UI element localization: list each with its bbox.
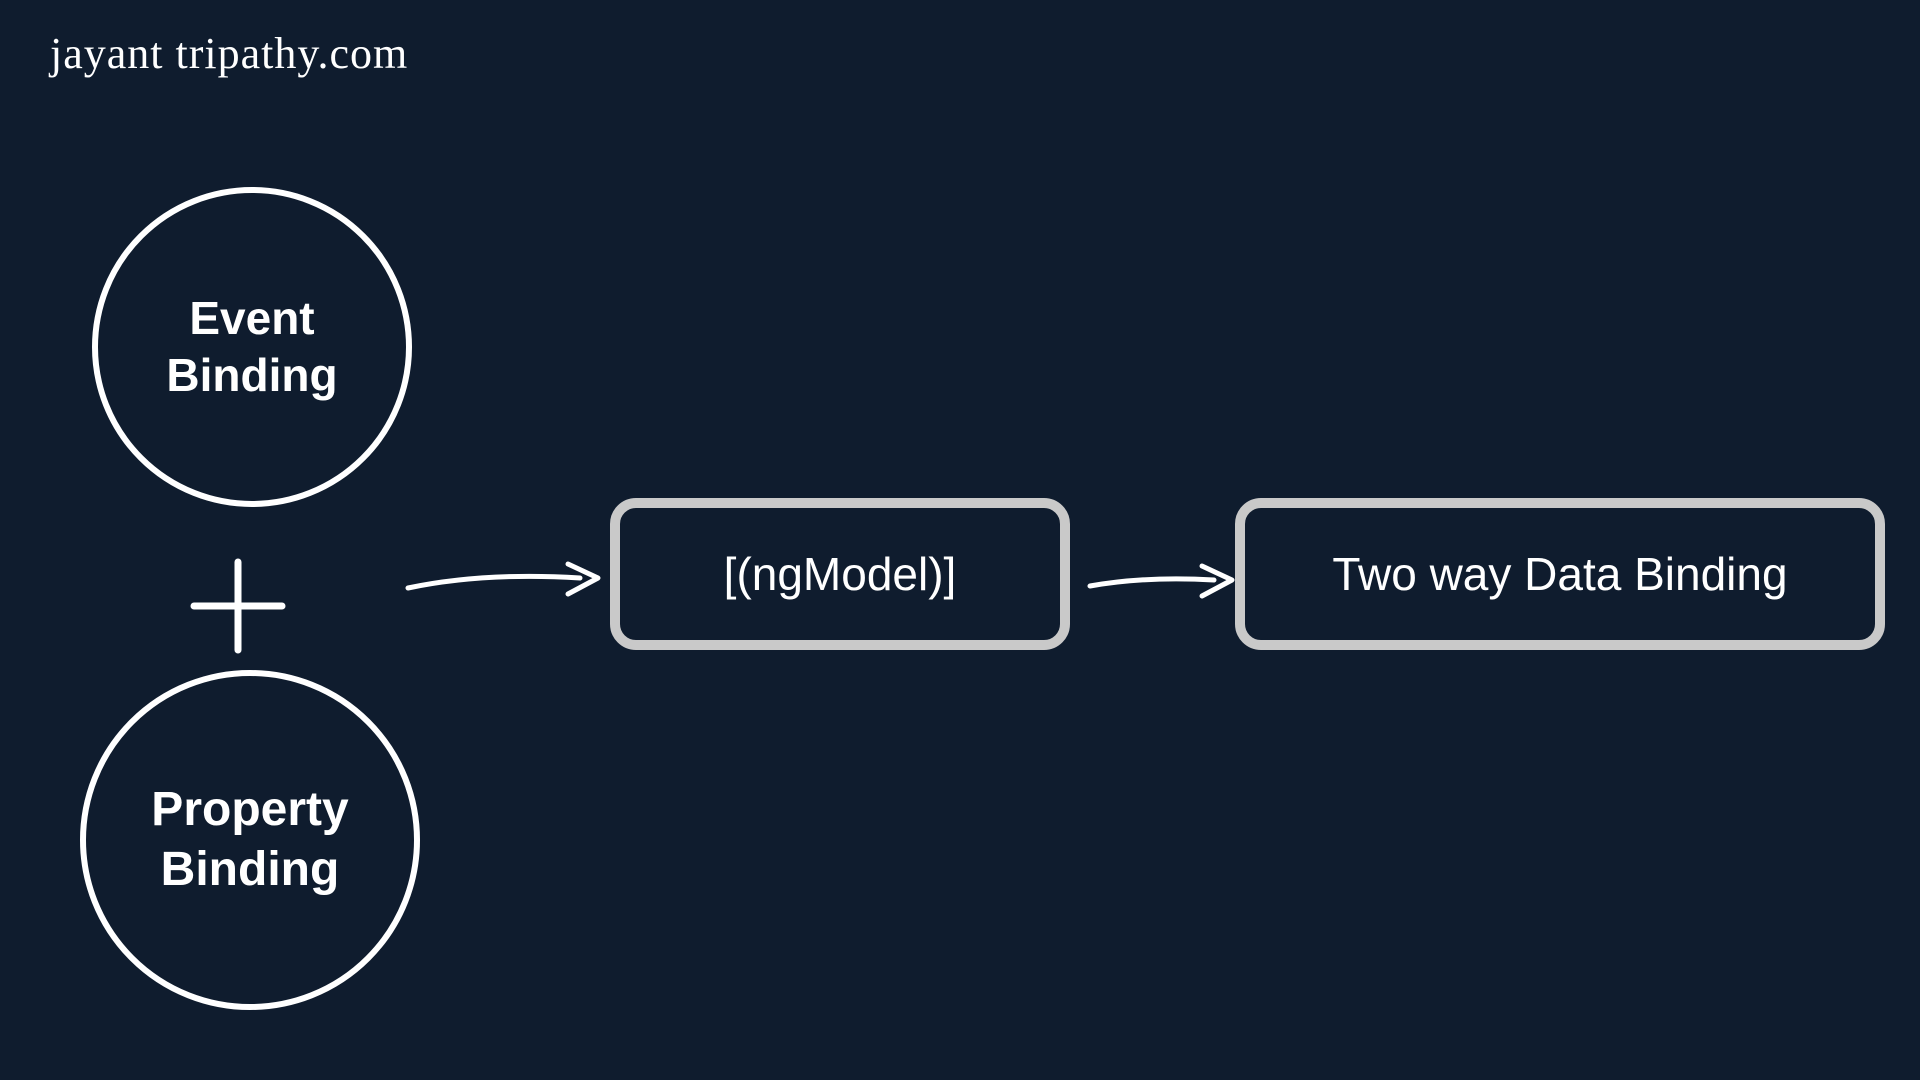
site-watermark: jayant tripathy.com [50,28,408,79]
circle-property-binding: Property Binding [80,670,420,1010]
circle-line1: Event [189,292,314,344]
circle-line1: Property [151,783,348,836]
arrow-icon [1086,558,1236,608]
plus-icon [188,556,288,656]
box-label: Two way Data Binding [1332,547,1787,601]
circle-label: Property Binding [151,780,348,900]
circle-event-binding: Event Binding [92,187,412,507]
arrow-icon [404,558,604,608]
box-two-way-binding: Two way Data Binding [1235,498,1885,650]
circle-line2: Binding [166,349,337,401]
circle-line2: Binding [161,843,340,896]
box-label: [(ngModel)] [724,547,957,601]
box-ngmodel: [(ngModel)] [610,498,1070,650]
circle-label: Event Binding [166,290,337,405]
